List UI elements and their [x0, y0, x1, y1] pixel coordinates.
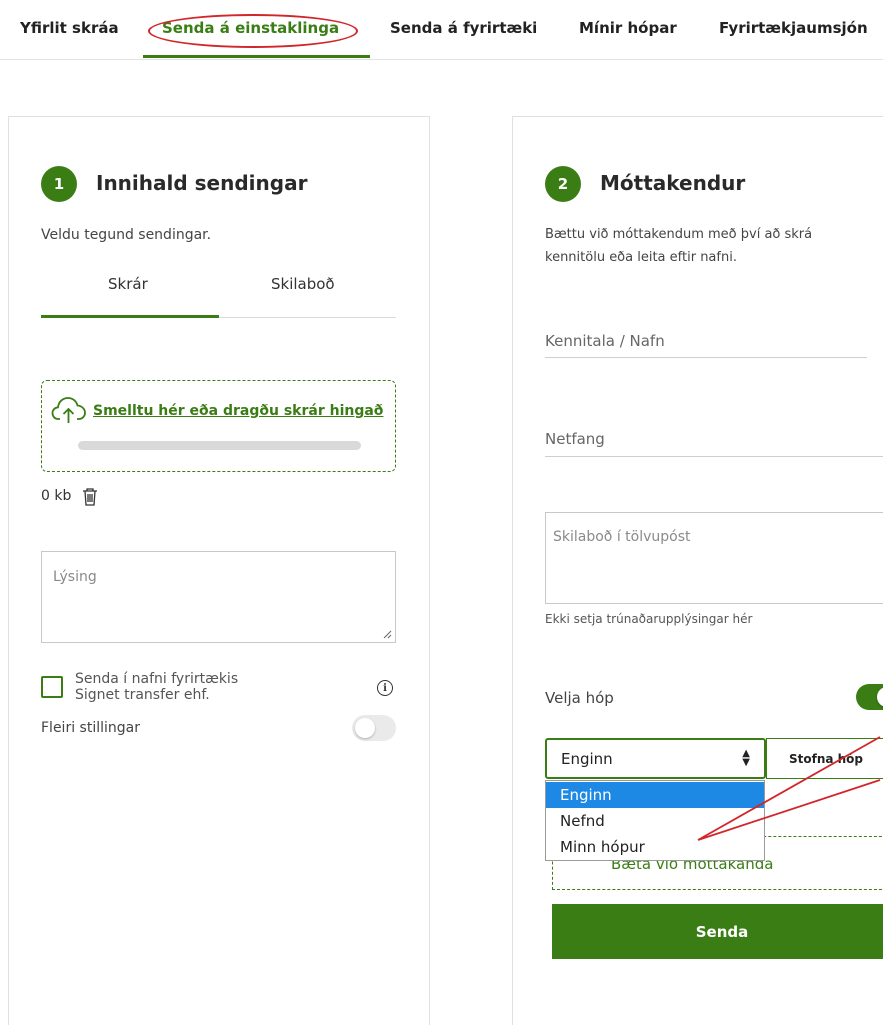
- select-group-toggle[interactable]: [856, 684, 883, 710]
- nav-tab-company-admin[interactable]: Fyrirtækjaumsjón: [719, 19, 868, 37]
- confidential-warning: Ekki setja trúnaðarupplýsingar hér: [545, 612, 753, 626]
- cloud-upload-icon: [51, 397, 86, 423]
- more-settings-toggle[interactable]: [352, 715, 396, 741]
- step-number-badge: 2: [545, 166, 581, 202]
- id-name-input[interactable]: Kennitala / Nafn: [545, 332, 665, 350]
- annotation-ellipse: [148, 14, 358, 48]
- company-checkbox-label: Senda í nafni fyrirtækis Signet transfer…: [75, 671, 238, 703]
- tab-messages[interactable]: Skilaboð: [271, 275, 335, 293]
- active-tab-indicator: [143, 55, 370, 58]
- top-nav: Yfirlit skráa Senda á einstaklinga Senda…: [0, 0, 883, 60]
- nav-tab-send-companies[interactable]: Senda á fyrirtæki: [390, 19, 537, 37]
- info-icon[interactable]: i: [377, 680, 393, 696]
- recipients-section-title: Móttakendur: [600, 171, 746, 195]
- file-dropzone[interactable]: Smelltu hér eða dragðu skrár hingað: [41, 380, 396, 472]
- upload-progress-bar: [78, 441, 361, 450]
- tab-files[interactable]: Skrár: [108, 275, 148, 293]
- toggle-knob: [877, 687, 883, 707]
- company-checkbox[interactable]: [41, 676, 63, 698]
- annotation-arrows: [697, 736, 881, 841]
- resize-handle-icon[interactable]: [382, 629, 392, 639]
- send-type-instruction: Veldu tegund sendingar.: [41, 227, 212, 243]
- company-name: Signet transfer ehf.: [75, 687, 210, 703]
- step-number-badge: 1: [41, 166, 77, 202]
- recipients-help-line2: kennitölu eða leita eftir nafni.: [545, 250, 737, 265]
- email-message-textarea[interactable]: Skilaboð í tölvupóst: [545, 512, 883, 604]
- description-textarea[interactable]: Lýsing: [41, 551, 396, 643]
- send-button[interactable]: Senda: [552, 904, 883, 959]
- company-checkbox-title: Senda í nafni fyrirtækis: [75, 671, 239, 687]
- id-name-underline: [545, 357, 867, 358]
- tab-files-indicator: [41, 315, 219, 318]
- trash-icon[interactable]: [81, 487, 99, 507]
- nav-tab-my-groups[interactable]: Mínir hópar: [579, 19, 677, 37]
- more-settings-label: Fleiri stillingar: [41, 720, 140, 736]
- upload-link[interactable]: Smelltu hér eða dragðu skrár hingað: [93, 403, 383, 419]
- email-message-placeholder: Skilaboð í tölvupóst: [553, 529, 691, 545]
- nav-tab-file-overview[interactable]: Yfirlit skráa: [20, 19, 119, 37]
- toggle-knob: [355, 718, 375, 738]
- recipients-help-line1: Bættu við móttakendum með því að skrá: [545, 227, 813, 242]
- total-file-size: 0 kb: [41, 488, 72, 504]
- description-placeholder: Lýsing: [53, 569, 97, 585]
- group-select-value: Enginn: [561, 750, 613, 768]
- email-underline: [545, 456, 883, 457]
- content-section-title: Innihald sendingar: [96, 171, 308, 195]
- select-group-label: Velja hóp: [545, 689, 614, 707]
- email-input[interactable]: Netfang: [545, 430, 605, 448]
